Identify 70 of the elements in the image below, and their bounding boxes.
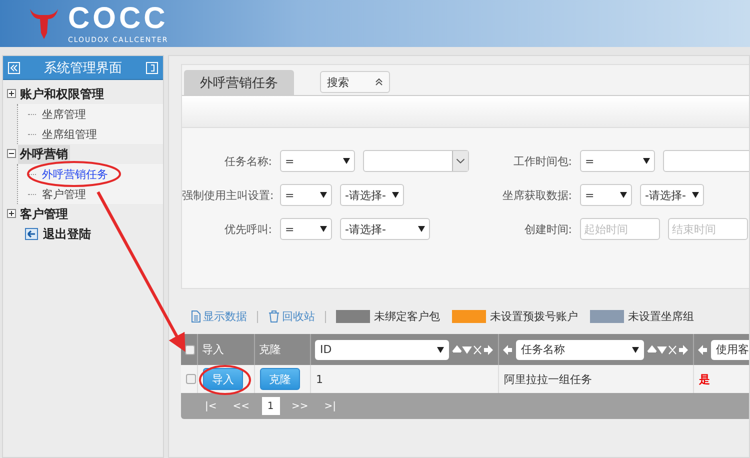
pin-icon[interactable]: [146, 62, 158, 74]
start-date-field[interactable]: 起始时间: [580, 218, 660, 240]
legend-label: 未设置坐席组: [628, 309, 694, 324]
checkbox[interactable]: [185, 344, 195, 354]
operator-select[interactable]: =: [580, 150, 655, 172]
exit-icon: [25, 228, 38, 240]
caret-down-icon: [320, 226, 327, 232]
operator-select[interactable]: =: [280, 184, 332, 206]
operator-select[interactable]: =: [280, 218, 332, 240]
filter-label: 坐席获取数据:: [501, 188, 572, 202]
column-header: 导入: [198, 334, 255, 365]
legend-label: 未设置预拨号账户: [490, 309, 578, 324]
tree-group[interactable]: 外呼营销: [18, 144, 70, 164]
tree-item[interactable]: 坐席管理: [42, 106, 86, 122]
legend-label: 未绑定客户包: [374, 309, 440, 324]
move-left-icon[interactable]: [698, 344, 708, 354]
caret-down-icon: [643, 158, 650, 164]
caret-down-icon: [343, 158, 350, 164]
tree-group[interactable]: 客户管理: [18, 204, 70, 224]
tree-group[interactable]: 账户和权限管理: [18, 84, 106, 104]
value-select[interactable]: -请选择-: [640, 184, 704, 206]
column-select[interactable]: 任务名称: [516, 340, 644, 360]
trash-icon: [268, 310, 280, 323]
dropdown-icon[interactable]: [452, 151, 468, 171]
annotation-circle: [199, 365, 251, 395]
logo-text: COCC: [68, 4, 168, 34]
table-cell: 阿里拉拉一组任务: [499, 365, 694, 393]
caret-down-icon: [320, 192, 327, 198]
collapse-icon[interactable]: [7, 149, 16, 158]
filter-label: 优先呼叫:: [223, 222, 272, 236]
caret-down-icon: [632, 346, 639, 352]
text-field[interactable]: [663, 150, 749, 172]
table-cell: 是: [694, 365, 749, 393]
value-select[interactable]: -请选择-: [340, 218, 430, 240]
tree-item[interactable]: 坐席组管理: [42, 126, 97, 142]
expand-icon[interactable]: [7, 209, 16, 218]
document-icon: [191, 310, 201, 323]
operator-select[interactable]: =: [280, 150, 355, 172]
caret-down-icon: [437, 346, 444, 352]
expand-icon[interactable]: [7, 89, 16, 98]
table-cell: 1: [311, 365, 499, 393]
tree-item[interactable]: 客户管理: [42, 186, 86, 202]
column-select[interactable]: 使用客: [711, 340, 749, 360]
column-select[interactable]: ID: [315, 340, 449, 360]
filter-label: 工作时间包:: [512, 154, 572, 168]
value-select[interactable]: -请选择-: [340, 184, 404, 206]
checkbox[interactable]: [186, 374, 196, 384]
collapse-sidebar-icon[interactable]: [8, 62, 20, 74]
combo-field[interactable]: [363, 150, 469, 172]
end-date-field[interactable]: 结束时间: [668, 218, 748, 240]
search-toggle-button[interactable]: 搜索: [320, 71, 390, 93]
move-left-icon[interactable]: [503, 344, 513, 354]
caret-down-icon: [692, 192, 699, 198]
filter-label: 强制使用主叫设置:: [182, 188, 272, 202]
tab[interactable]: 外呼营销任务: [184, 70, 294, 95]
caret-down-icon: [418, 226, 425, 232]
logout-link[interactable]: 退出登陆: [41, 224, 93, 244]
sort-controls-icon[interactable]: [452, 344, 494, 354]
operator-select[interactable]: =: [580, 184, 632, 206]
bull-logo-icon: [28, 6, 60, 40]
sidebar-title: 系统管理界面: [44, 60, 122, 76]
filter-label: 创建时间:: [523, 222, 572, 236]
chevron-up-icon: [375, 78, 383, 86]
sort-controls-icon[interactable]: [647, 344, 689, 354]
filter-label: 任务名称:: [223, 154, 272, 168]
tree-item[interactable]: 外呼营销任务: [42, 166, 108, 182]
page-button[interactable]: 1: [262, 397, 280, 415]
column-header: 克隆: [255, 334, 311, 365]
caret-down-icon: [620, 192, 627, 198]
caret-down-icon: [392, 192, 399, 198]
